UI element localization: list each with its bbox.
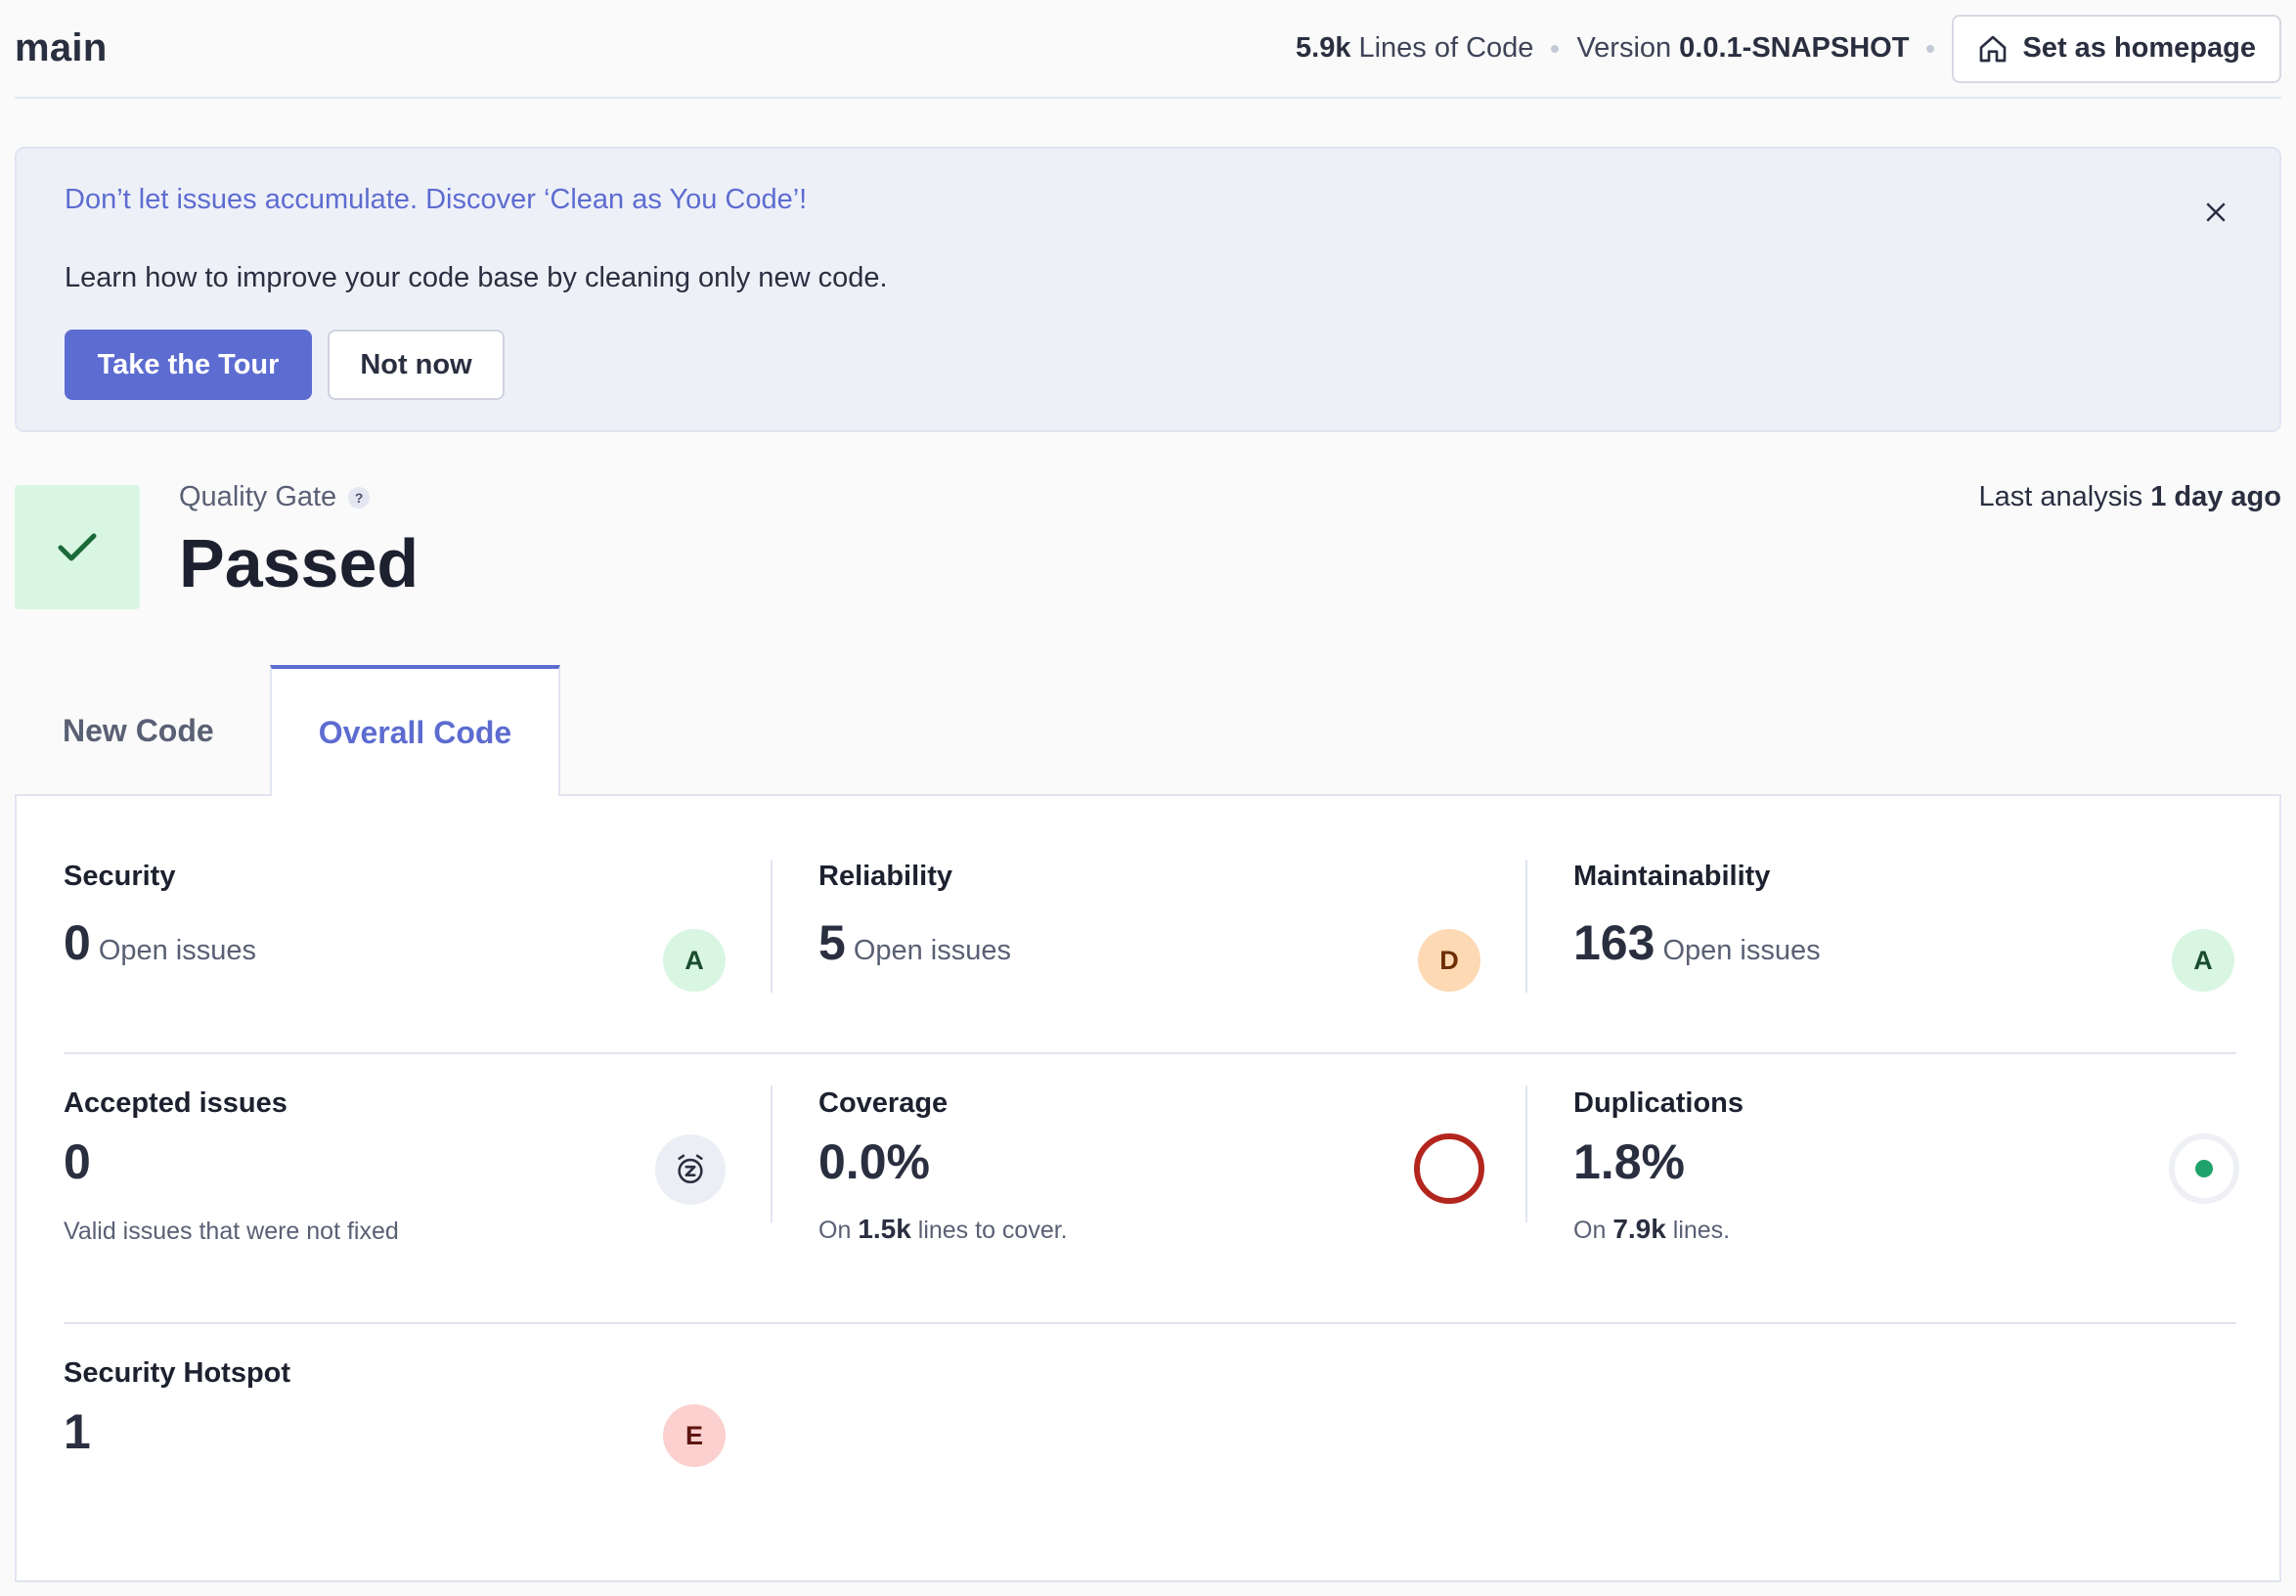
lines-of-code-value: 5.9k <box>1296 32 1351 64</box>
divider <box>771 860 773 993</box>
branch-header: main 5.9k Lines of Code Version 0.0.1-SN… <box>15 0 2281 99</box>
security-hotspot-metric[interactable]: Security Hotspot 1 <box>64 1357 290 1460</box>
separator-dot <box>1551 44 1560 53</box>
coverage-title: Coverage <box>818 1087 949 1119</box>
maintainability-rating-badge[interactable]: A <box>2172 929 2234 992</box>
duplications-metric[interactable]: Duplications 1.8% On 7.9k lines. <box>1573 1087 1744 1245</box>
maintainability-title: Maintainability <box>1573 861 1771 892</box>
metrics-panel: Security 0 Open issues A Reliability 5 O… <box>15 794 2281 1582</box>
clean-as-you-code-banner: Don’t let issues accumulate. Discover ‘C… <box>15 147 2281 432</box>
check-icon <box>58 533 97 560</box>
duplications-note-pre: On <box>1573 1217 1607 1244</box>
branch-name: main <box>15 26 108 69</box>
reliability-metric[interactable]: Reliability 5 Open issues <box>818 861 1011 971</box>
coverage-note: On 1.5k lines to cover. <box>818 1214 1068 1245</box>
set-as-homepage-label: Set as homepage <box>2022 32 2256 64</box>
coverage-value[interactable]: 0.0% <box>818 1133 1068 1190</box>
not-now-button[interactable]: Not now <box>328 330 505 400</box>
security-rating-badge[interactable]: A <box>663 929 726 992</box>
accepted-issues-metric[interactable]: Accepted issues 0 Valid issues that were… <box>64 1087 399 1246</box>
maintainability-suffix: Open issues <box>1662 935 1821 966</box>
last-analysis: Last analysis 1 day ago <box>1979 481 2282 513</box>
security-metric[interactable]: Security 0 Open issues <box>64 861 256 971</box>
project-overview: main 5.9k Lines of Code Version 0.0.1-SN… <box>15 0 2281 1582</box>
coverage-lines-value: 1.5k <box>858 1214 911 1244</box>
accepted-issues-note: Valid issues that were not fixed <box>64 1218 399 1245</box>
maintainability-metric[interactable]: Maintainability 163 Open issues <box>1573 861 1821 971</box>
reliability-value[interactable]: 5 <box>818 914 846 971</box>
security-value[interactable]: 0 <box>64 914 91 971</box>
tab-new-code[interactable]: New Code <box>15 665 269 796</box>
help-icon[interactable]: ? <box>348 486 371 509</box>
reliability-title: Reliability <box>818 861 952 892</box>
version-value: 0.0.1-SNAPSHOT <box>1679 32 1910 64</box>
coverage-metric[interactable]: Coverage 0.0% On 1.5k lines to cover. <box>818 1087 1068 1245</box>
duplications-title: Duplications <box>1573 1087 1744 1119</box>
divider <box>64 1322 2236 1324</box>
project-meta: 5.9k Lines of Code Version 0.0.1-SNAPSHO… <box>1296 14 2281 83</box>
coverage-note-pre: On <box>818 1217 852 1244</box>
divider <box>1525 860 1527 993</box>
last-analysis-value: 1 day ago <box>2150 481 2281 512</box>
banner-description: Learn how to improve your code base by c… <box>65 262 888 293</box>
accepted-issues-title: Accepted issues <box>64 1087 287 1119</box>
divider <box>771 1086 773 1222</box>
accepted-issues-value[interactable]: 0 <box>64 1133 399 1190</box>
last-analysis-label: Last analysis <box>1978 481 2143 512</box>
close-icon[interactable] <box>2201 198 2230 227</box>
tab-overall-code[interactable]: Overall Code <box>270 665 560 796</box>
coverage-ring-icon <box>1414 1133 1484 1204</box>
lines-of-code-label: Lines of Code <box>1358 32 1534 64</box>
snooze-alarm-icon <box>655 1134 726 1205</box>
duplications-note-post: lines. <box>1672 1217 1731 1244</box>
coverage-note-post: lines to cover. <box>917 1217 1068 1244</box>
reliability-rating-badge[interactable]: D <box>1418 929 1480 992</box>
reliability-suffix: Open issues <box>853 935 1012 966</box>
quality-gate-status: Passed <box>179 525 419 601</box>
duplications-value[interactable]: 1.8% <box>1573 1133 1744 1190</box>
divider <box>1525 1086 1527 1222</box>
duplications-note: On 7.9k lines. <box>1573 1214 1744 1245</box>
home-icon <box>1980 35 2007 62</box>
quality-gate-status-icon <box>15 485 140 609</box>
security-title: Security <box>64 861 176 892</box>
clean-as-you-code-link[interactable]: Don’t let issues accumulate. Discover ‘C… <box>65 184 807 216</box>
set-as-homepage-button[interactable]: Set as homepage <box>1952 14 2281 83</box>
security-hotspot-rating-badge[interactable]: E <box>663 1404 726 1467</box>
duplications-lines-value: 7.9k <box>1612 1214 1666 1244</box>
maintainability-value[interactable]: 163 <box>1573 914 1655 971</box>
separator-dot <box>1926 44 1935 53</box>
quality-gate-title: Quality Gate <box>179 481 337 512</box>
duplications-indicator-icon <box>2169 1133 2239 1204</box>
security-suffix: Open issues <box>98 935 257 966</box>
security-hotspot-value[interactable]: 1 <box>64 1403 290 1460</box>
security-hotspot-title: Security Hotspot <box>64 1357 291 1389</box>
take-the-tour-button[interactable]: Take the Tour <box>65 330 312 400</box>
divider <box>64 1052 2236 1054</box>
quality-gate-label: Quality Gate ? <box>179 481 371 513</box>
version-label: Version <box>1576 32 1672 64</box>
